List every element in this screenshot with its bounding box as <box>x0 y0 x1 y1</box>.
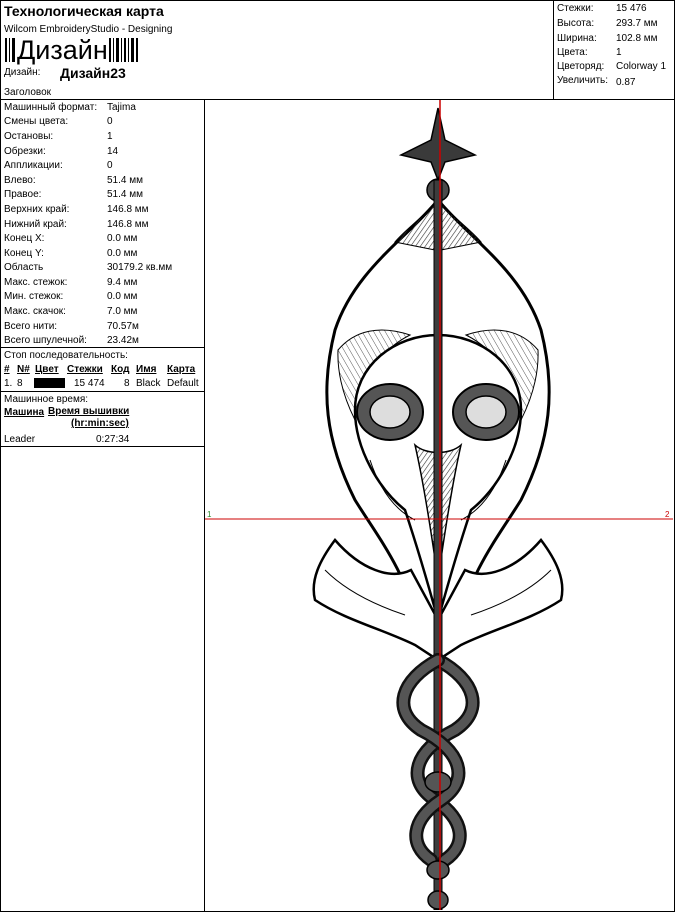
col-header: Карта <box>167 364 196 375</box>
stops-divider <box>0 391 204 392</box>
stop-needle: 8 <box>17 378 23 389</box>
col-header-time: Время вышивки <box>48 406 130 417</box>
marker-right: 2 <box>665 510 670 519</box>
color-swatch <box>34 378 65 388</box>
col-header-machine: Машина <box>4 407 45 418</box>
design-name: Дизайн23 <box>60 65 126 81</box>
page-title: Технологическая карта <box>4 3 164 19</box>
params-divider <box>0 347 204 348</box>
stop-chart: Default <box>167 378 199 389</box>
col-header: Стежки <box>67 364 103 375</box>
stop-code: 8 <box>124 378 130 389</box>
col-header-time-unit: (hr:min:sec) <box>71 418 129 429</box>
design-label: Дизайн: <box>4 67 41 78</box>
stop-name: Black <box>136 378 161 389</box>
stop-num: 1. <box>4 378 13 389</box>
design-preview: 1 2 <box>205 100 673 910</box>
time-divider <box>0 446 204 447</box>
marker-left: 1 <box>207 510 212 519</box>
col-header: Код <box>111 364 130 375</box>
machine-time-title: Машинное время: <box>4 394 89 405</box>
stop-sequence-title: Стоп последовательность: <box>4 350 128 361</box>
design-logo-text: Дизайн <box>17 35 108 65</box>
machine-name: Leader <box>4 434 36 445</box>
design-barcode-logo: Дизайн <box>4 35 139 65</box>
col-header: N# <box>17 364 30 375</box>
app-name: Wilcom EmbroideryStudio - Designing <box>4 24 173 35</box>
stop-stitches: 15 474 <box>74 378 105 389</box>
col-header: Имя <box>136 364 157 375</box>
barcode-left-icon <box>5 38 15 62</box>
barcode-right-icon <box>108 38 138 62</box>
heading-label: Заголовок <box>4 87 52 98</box>
col-header: # <box>4 364 10 375</box>
col-header: Цвет <box>35 364 59 375</box>
machine-time: 0:27:34 <box>96 434 130 445</box>
stats-divider <box>553 0 554 99</box>
